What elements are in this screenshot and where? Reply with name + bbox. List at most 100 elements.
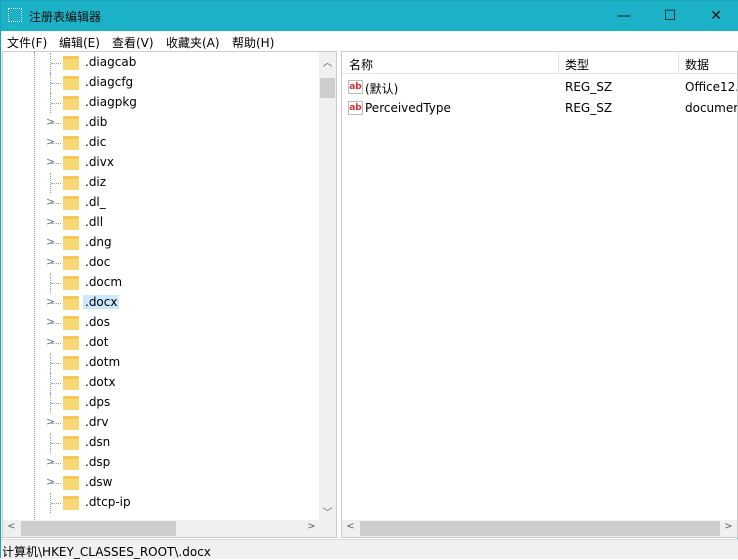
folder-icon	[63, 496, 79, 510]
tree-item[interactable]: > .dib	[3, 113, 319, 133]
tree-item[interactable]: .dsn	[3, 433, 319, 453]
tree-item[interactable]: .diagpkg	[3, 93, 319, 113]
tree-connector	[51, 323, 61, 324]
menu-favorites[interactable]: 收藏夹(A)	[166, 34, 220, 51]
folder-icon	[63, 476, 79, 490]
tree-item[interactable]: .dps	[3, 393, 319, 413]
column-divider[interactable]	[558, 52, 559, 74]
tree-connector	[51, 103, 61, 104]
chevron-right-icon[interactable]: >	[46, 135, 55, 148]
folder-icon	[63, 76, 79, 90]
tree-item[interactable]: .diz	[3, 173, 319, 193]
tree-item[interactable]: > .divx	[3, 153, 319, 173]
tree-item[interactable]: > .dl_	[3, 193, 319, 213]
chevron-right-icon[interactable]: >	[46, 335, 55, 348]
tree-item-label: .dot	[85, 335, 109, 349]
tree-item-label: .dib	[85, 115, 108, 129]
tree-connector	[51, 243, 61, 244]
tree-connector	[51, 203, 61, 204]
tree-connector	[51, 503, 61, 504]
folder-icon	[63, 436, 79, 450]
maximize-button[interactable]: ☐	[647, 1, 693, 31]
tree-item[interactable]: > .dng	[3, 233, 319, 253]
values-horizontal-scrollbar[interactable]: < >	[342, 520, 737, 537]
tree-vscroll-thumb[interactable]	[320, 78, 335, 98]
tree-connector	[51, 443, 61, 444]
tree-item-label: .dng	[85, 235, 112, 249]
tree-item[interactable]: .diagcab	[3, 53, 319, 73]
chevron-right-icon[interactable]: >	[46, 455, 55, 468]
tree-item-label: .dotm	[85, 355, 121, 369]
menu-edit[interactable]: 编辑(E)	[59, 34, 100, 51]
chevron-right-icon[interactable]: >	[46, 215, 55, 228]
tree-item-label: .dsp	[85, 455, 111, 469]
tree-hscroll-thumb[interactable]	[21, 521, 176, 536]
folder-icon	[63, 356, 79, 370]
tree-item-label: .dsn	[85, 435, 111, 449]
value-row[interactable]: ab (默认) REG_SZ Office12.	[342, 77, 738, 97]
window-title: 注册表编辑器	[29, 10, 102, 24]
tree-item[interactable]: > .dsp	[3, 453, 319, 473]
tree-item-label: .dps	[85, 395, 111, 409]
chevron-right-icon[interactable]: >	[46, 415, 55, 428]
folder-icon	[63, 116, 79, 130]
chevron-right-icon[interactable]: >	[46, 195, 55, 208]
tree-item[interactable]: > .dos	[3, 313, 319, 333]
tree-item[interactable]: > .dic	[3, 133, 319, 153]
string-value-icon: ab	[348, 80, 363, 94]
close-button[interactable]: ✕	[693, 1, 738, 31]
chevron-right-icon[interactable]: >	[46, 475, 55, 488]
tree-vertical-scrollbar[interactable]: ︿ ﹀	[319, 52, 336, 520]
column-name[interactable]: 名称	[349, 56, 373, 73]
scroll-up-icon[interactable]: ︿	[319, 54, 336, 69]
value-row[interactable]: ab PerceivedType REG_SZ documer	[342, 98, 737, 118]
scroll-down-icon[interactable]: ﹀	[319, 504, 336, 519]
tree-item-label: .diagpkg	[85, 95, 137, 109]
tree-item-label: .dic	[85, 135, 107, 149]
column-type[interactable]: 类型	[565, 56, 589, 73]
value-data: Office12.	[685, 80, 738, 94]
tree-connector	[51, 303, 61, 304]
tree-connector	[51, 423, 61, 424]
tree-item[interactable]: .dotm	[3, 353, 319, 373]
column-data[interactable]: 数据	[685, 56, 709, 73]
tree-item[interactable]: > .dot	[3, 333, 319, 353]
tree-item[interactable]: .dotx	[3, 373, 319, 393]
tree-item-label: .dos	[85, 315, 111, 329]
tree-item-label: .diagcab	[85, 55, 137, 69]
tree-item-label: .dtcp-ip	[85, 495, 131, 509]
tree-item-label: .diagcfg	[85, 75, 134, 89]
key-tree-pane: .diagcab .diagcfg .diagpkg > .dib > .dic > .divx…	[2, 51, 337, 538]
tree-item[interactable]: .dtcp-ip	[3, 493, 319, 513]
tree-horizontal-scrollbar[interactable]: < >	[3, 520, 336, 537]
menu-help[interactable]: 帮助(H)	[232, 34, 274, 51]
tree-item[interactable]: .docm	[3, 273, 319, 293]
tree-item[interactable]: > .docx	[3, 293, 319, 313]
menu-file[interactable]: 文件(F)	[7, 34, 47, 51]
tree-item[interactable]: > .dll	[3, 213, 319, 233]
chevron-right-icon[interactable]: >	[46, 255, 55, 268]
minimize-button[interactable]: —	[601, 1, 647, 31]
chevron-right-icon[interactable]: >	[46, 295, 55, 308]
scroll-left-icon[interactable]: <	[3, 521, 20, 532]
values-hscroll-thumb[interactable]	[360, 521, 720, 536]
chevron-right-icon[interactable]: >	[46, 155, 55, 168]
tree-connector	[51, 343, 61, 344]
scroll-right-icon[interactable]: >	[720, 521, 737, 532]
column-divider[interactable]	[678, 52, 679, 74]
chevron-right-icon[interactable]: >	[46, 235, 55, 248]
chevron-right-icon[interactable]: >	[46, 315, 55, 328]
chevron-right-icon[interactable]: >	[46, 115, 55, 128]
scroll-right-icon[interactable]: >	[303, 521, 320, 532]
tree-item[interactable]: > .drv	[3, 413, 319, 433]
tree-item[interactable]: .diagcfg	[3, 73, 319, 93]
menu-bar: 文件(F) 编辑(E) 查看(V) 收藏夹(A) 帮助(H)	[1, 31, 738, 51]
scroll-left-icon[interactable]: <	[342, 521, 359, 532]
folder-icon	[63, 456, 79, 470]
menu-view[interactable]: 查看(V)	[112, 34, 154, 51]
current-key-path: 计算机\HKEY_CLASSES_ROOT\.docx	[2, 545, 211, 559]
tree-connector	[51, 263, 61, 264]
tree-item[interactable]: > .dsw	[3, 473, 319, 493]
tree-item[interactable]: > .doc	[3, 253, 319, 273]
title-bar: 注册表编辑器 — ☐ ✕	[1, 1, 738, 31]
